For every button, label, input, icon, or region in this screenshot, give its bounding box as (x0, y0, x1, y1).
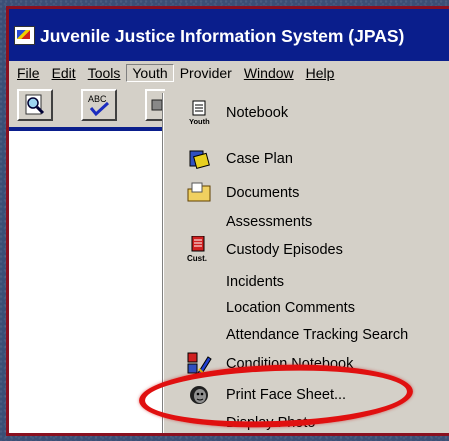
menu-tools[interactable]: Tools (82, 65, 127, 81)
menu-bar: File Edit Tools Youth Provider Window He… (9, 61, 449, 85)
notebook-label: Notebook (226, 105, 289, 121)
youth-menu-dropdown: Youth Notebook Case Plan Documents Asses… (163, 93, 449, 433)
menu-tools-label: Tools (87, 65, 121, 81)
print-icon (151, 99, 163, 111)
menu-file-label: File (17, 65, 40, 81)
search-icon (25, 94, 45, 115)
title-bar[interactable]: Juvenile Justice Information System (JPA… (9, 9, 449, 61)
print-button[interactable] (145, 89, 165, 121)
app-icon (14, 26, 35, 45)
menu-item-incidents[interactable]: Incidents (164, 270, 449, 294)
svg-text:Youth: Youth (189, 117, 210, 126)
face-sheet-icon (186, 382, 212, 408)
menu-window[interactable]: Window (238, 65, 300, 81)
spellcheck-text: ABC (88, 94, 107, 104)
menu-provider[interactable]: Provider (174, 65, 238, 81)
menu-provider-label: Provider (179, 65, 232, 81)
menu-help-label: Help (305, 65, 335, 81)
menu-item-custody-episodes[interactable]: Cust. Custody Episodes (164, 236, 449, 263)
spellcheck-icon: ABC (88, 94, 110, 117)
svg-text:Cust.: Cust. (187, 254, 207, 263)
menu-edit-label: Edit (51, 65, 76, 81)
search-button[interactable] (17, 89, 53, 121)
folder-icon (186, 180, 212, 206)
condition-notebook-icon (186, 351, 212, 377)
menu-item-assessments[interactable]: Assessments (164, 210, 449, 234)
display-photo-label: Display Photo (226, 415, 316, 431)
menu-item-print-face-sheet[interactable]: Print Face Sheet... (164, 383, 449, 407)
menu-youth-label: Youth (132, 65, 168, 81)
menu-item-case-plan[interactable]: Case Plan (164, 147, 449, 171)
menu-window-label: Window (243, 65, 294, 81)
menu-item-location-comments[interactable]: Location Comments (164, 296, 449, 320)
incidents-label: Incidents (226, 274, 285, 290)
menu-help[interactable]: Help (300, 65, 341, 81)
menu-edit[interactable]: Edit (46, 65, 82, 81)
case-plan-icon (186, 146, 212, 172)
notebook-icon: Youth (186, 100, 212, 126)
app-window: Juvenile Justice Information System (JPA… (6, 6, 449, 436)
spellcheck-button[interactable]: ABC (81, 89, 117, 121)
menu-item-documents[interactable]: Documents (164, 181, 449, 205)
case-plan-label: Case Plan (226, 151, 293, 167)
assessments-label: Assessments (226, 214, 313, 230)
work-area[interactable] (9, 131, 167, 433)
menu-item-display-photo[interactable]: Display Photo (164, 411, 449, 433)
menu-youth[interactable]: Youth (126, 64, 174, 82)
menu-item-notebook[interactable]: Youth Notebook (164, 100, 449, 126)
custody-episodes-label: Custody Episodes (226, 242, 343, 258)
condition-notebook-label: Condition Notebook (226, 356, 354, 372)
menu-item-condition-notebook[interactable]: Condition Notebook (164, 352, 449, 376)
menu-item-attendance-tracking-search[interactable]: Attendance Tracking Search (164, 323, 449, 347)
documents-label: Documents (226, 185, 300, 201)
print-face-sheet-label: Print Face Sheet... (226, 387, 347, 403)
attendance-tracking-search-label: Attendance Tracking Search (226, 327, 409, 343)
window-title: Juvenile Justice Information System (JPA… (40, 26, 405, 46)
menu-file[interactable]: File (9, 65, 46, 81)
custody-icon: Cust. (186, 236, 212, 263)
location-comments-label: Location Comments (226, 300, 355, 316)
